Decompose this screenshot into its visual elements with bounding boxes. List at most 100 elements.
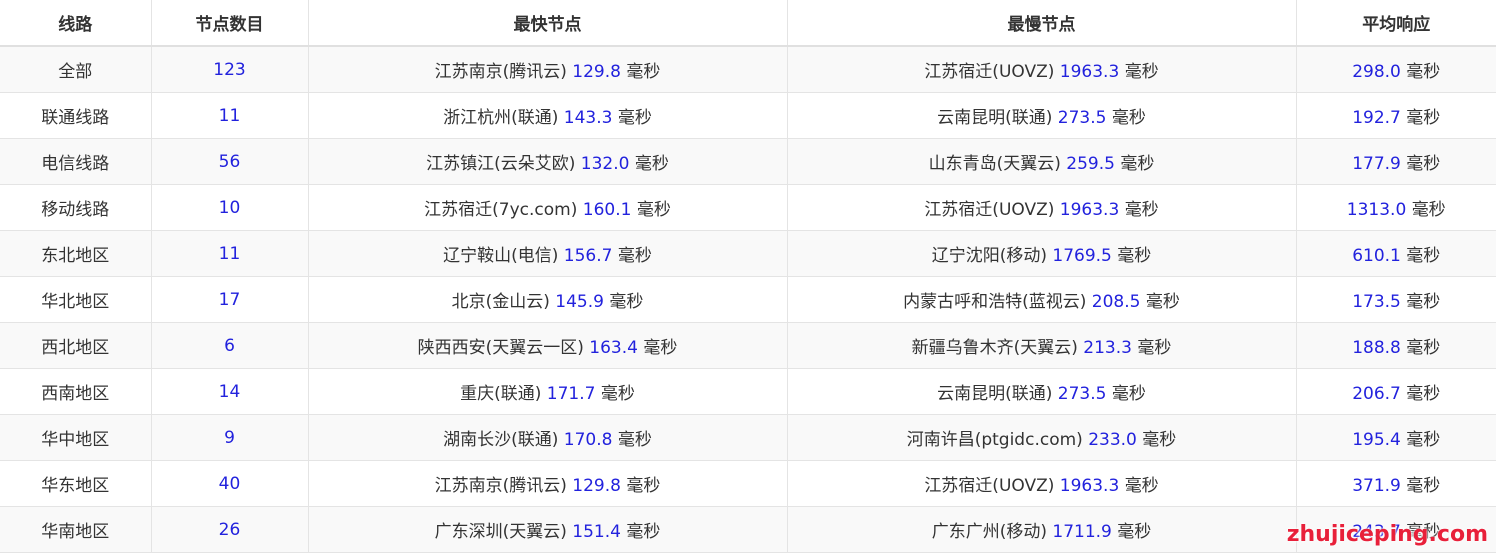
- fastest-node-latency: 170.8: [563, 430, 613, 450]
- fastest-node-latency: 156.7: [563, 246, 613, 266]
- average-latency: 371.9: [1352, 476, 1401, 496]
- slowest-node-cell: 江苏宿迁(UOVZ) 1963.3 毫秒: [787, 46, 1297, 93]
- fastest-node-cell: 浙江杭州(联通) 143.3 毫秒: [308, 92, 788, 139]
- slowest-node-latency: 208.5: [1091, 292, 1141, 312]
- count-cell: 26: [151, 506, 309, 553]
- average-response-cell: 177.9 毫秒: [1296, 138, 1496, 185]
- route-cell: 移动线路: [0, 184, 152, 231]
- fastest-node-latency: 143.3: [563, 108, 613, 128]
- slowest-node-cell: 江苏宿迁(UOVZ) 1963.3 毫秒: [787, 184, 1297, 231]
- count-cell: 9: [151, 414, 309, 461]
- slowest-node-cell: 山东青岛(天翼云) 259.5 毫秒: [787, 138, 1297, 185]
- fastest-node-name: 北京(金山云): [451, 292, 550, 312]
- route-cell: 华北地区: [0, 276, 152, 323]
- fastest-node-latency: 129.8: [572, 62, 621, 82]
- fastest-node-latency: 151.4: [572, 522, 621, 542]
- slowest-node-cell: 云南昆明(联通) 273.5 毫秒: [787, 92, 1297, 139]
- route-cell: 电信线路: [0, 138, 152, 185]
- latency-unit: 毫秒: [626, 62, 661, 82]
- table-row: 移动线路 10 江苏宿迁(7yc.com) 160.1 毫秒 江苏宿迁(UOVZ) 1…: [0, 184, 1496, 231]
- average-latency: 1313.0: [1346, 200, 1407, 220]
- count-cell: 6: [151, 322, 309, 369]
- fastest-node-cell: 辽宁鞍山(电信) 156.7 毫秒: [308, 230, 788, 277]
- average-latency: 610.1: [1352, 246, 1401, 266]
- route-cell: 西北地区: [0, 322, 152, 369]
- slowest-node-cell: 江苏宿迁(UOVZ) 1963.3 毫秒: [787, 460, 1297, 507]
- table-row: 东北地区 11 辽宁鞍山(电信) 156.7 毫秒 辽宁沈阳(移动) 1769.5 毫…: [0, 230, 1496, 277]
- average-latency: 195.4: [1352, 430, 1401, 450]
- fastest-node-name: 湖南长沙(联通): [443, 430, 559, 450]
- fastest-node-latency: 160.1: [582, 200, 632, 220]
- fastest-node-cell: 江苏镇江(云朵艾欧) 132.0 毫秒: [308, 138, 788, 185]
- average-response-cell: 195.4 毫秒: [1296, 414, 1496, 461]
- table-row: 西南地区 14 重庆(联通) 171.7 毫秒 云南昆明(联通) 273.5 毫秒 20…: [0, 368, 1496, 415]
- latency-unit: 毫秒: [1117, 522, 1152, 542]
- latency-unit: 毫秒: [617, 246, 652, 266]
- latency-unit: 毫秒: [1406, 62, 1441, 82]
- table-row: 华南地区 26 广东深圳(天翼云) 151.4 毫秒 广东广州(移动) 1711.9 …: [0, 506, 1496, 553]
- count-cell: 14: [151, 368, 309, 415]
- latency-unit: 毫秒: [1111, 108, 1146, 128]
- slowest-node-latency: 1963.3: [1059, 476, 1120, 496]
- average-response-cell: 243.7 毫秒: [1296, 506, 1496, 553]
- fastest-node-name: 江苏南京(腾讯云): [434, 62, 567, 82]
- slowest-node-latency: 233.0: [1088, 430, 1137, 450]
- slowest-node-latency: 259.5: [1066, 154, 1115, 174]
- table-row: 华中地区 9 湖南长沙(联通) 170.8 毫秒 河南许昌(ptgidc.com) 2…: [0, 414, 1496, 461]
- slowest-node-name: 辽宁沈阳(移动): [931, 246, 1047, 266]
- slowest-node-name: 河南许昌(ptgidc.com): [906, 430, 1083, 450]
- latency-unit: 毫秒: [1111, 384, 1146, 404]
- average-response-cell: 188.8 毫秒: [1296, 322, 1496, 369]
- slowest-node-latency: 273.5: [1057, 108, 1107, 128]
- fastest-node-cell: 江苏宿迁(7yc.com) 160.1 毫秒: [308, 184, 788, 231]
- count-cell: 10: [151, 184, 309, 231]
- latency-unit: 毫秒: [626, 476, 661, 496]
- fastest-node-latency: 129.8: [572, 476, 621, 496]
- count-cell: 11: [151, 230, 309, 277]
- table-header: 线路 节点数目 最快节点 最慢节点 平均响应: [0, 0, 1496, 47]
- average-latency: 177.9: [1352, 154, 1401, 174]
- slowest-node-cell: 河南许昌(ptgidc.com) 233.0 毫秒: [787, 414, 1297, 461]
- latency-unit: 毫秒: [643, 338, 678, 358]
- average-latency: 188.8: [1352, 338, 1401, 358]
- latency-unit: 毫秒: [1124, 476, 1159, 496]
- count-cell: 56: [151, 138, 309, 185]
- slowest-node-cell: 云南昆明(联通) 273.5 毫秒: [787, 368, 1297, 415]
- slowest-node-name: 新疆乌鲁木齐(天翼云): [911, 338, 1078, 358]
- slowest-node-name: 山东青岛(天翼云): [928, 154, 1061, 174]
- table-row: 全部 123 江苏南京(腾讯云) 129.8 毫秒 江苏宿迁(UOVZ) 1963.3…: [0, 46, 1496, 93]
- average-latency: 192.7: [1352, 108, 1401, 128]
- average-response-cell: 206.7 毫秒: [1296, 368, 1496, 415]
- latency-unit: 毫秒: [1406, 292, 1441, 312]
- slowest-node-latency: 1769.5: [1052, 246, 1112, 266]
- fastest-node-name: 浙江杭州(联通): [443, 108, 559, 128]
- average-response-cell: 371.9 毫秒: [1296, 460, 1496, 507]
- count-cell: 40: [151, 460, 309, 507]
- latency-unit: 毫秒: [609, 292, 644, 312]
- average-response-cell: 1313.0 毫秒: [1296, 184, 1496, 231]
- slowest-node-cell: 新疆乌鲁木齐(天翼云) 213.3 毫秒: [787, 322, 1297, 369]
- fastest-node-name: 江苏宿迁(7yc.com): [424, 200, 578, 220]
- header-average-response: 平均响应: [1296, 0, 1496, 47]
- average-response-cell: 610.1 毫秒: [1296, 230, 1496, 277]
- slowest-node-latency: 1963.3: [1059, 200, 1120, 220]
- latency-unit: 毫秒: [1406, 384, 1441, 404]
- route-cell: 东北地区: [0, 230, 152, 277]
- latency-unit: 毫秒: [1406, 338, 1441, 358]
- slowest-node-latency: 1711.9: [1052, 522, 1112, 542]
- table-row: 华北地区 17 北京(金山云) 145.9 毫秒 内蒙古呼和浩特(蓝视云) 208.5…: [0, 276, 1496, 323]
- latency-unit: 毫秒: [634, 154, 669, 174]
- fastest-node-name: 广东深圳(天翼云): [434, 522, 567, 542]
- page: 线路 节点数目 最快节点 最慢节点 平均响应 全部 123 江苏南京(腾讯云) 12…: [0, 0, 1496, 557]
- header-fastest-node: 最快节点: [308, 0, 788, 47]
- latency-unit: 毫秒: [600, 384, 635, 404]
- fastest-node-name: 辽宁鞍山(电信): [443, 246, 559, 266]
- fastest-node-cell: 江苏南京(腾讯云) 129.8 毫秒: [308, 460, 788, 507]
- fastest-node-cell: 重庆(联通) 171.7 毫秒: [308, 368, 788, 415]
- average-latency: 206.7: [1352, 384, 1401, 404]
- latency-unit: 毫秒: [1137, 338, 1172, 358]
- latency-unit: 毫秒: [1120, 154, 1155, 174]
- header-slowest-node: 最慢节点: [787, 0, 1297, 47]
- slowest-node-cell: 内蒙古呼和浩特(蓝视云) 208.5 毫秒: [787, 276, 1297, 323]
- slowest-node-name: 广东广州(移动): [931, 522, 1047, 542]
